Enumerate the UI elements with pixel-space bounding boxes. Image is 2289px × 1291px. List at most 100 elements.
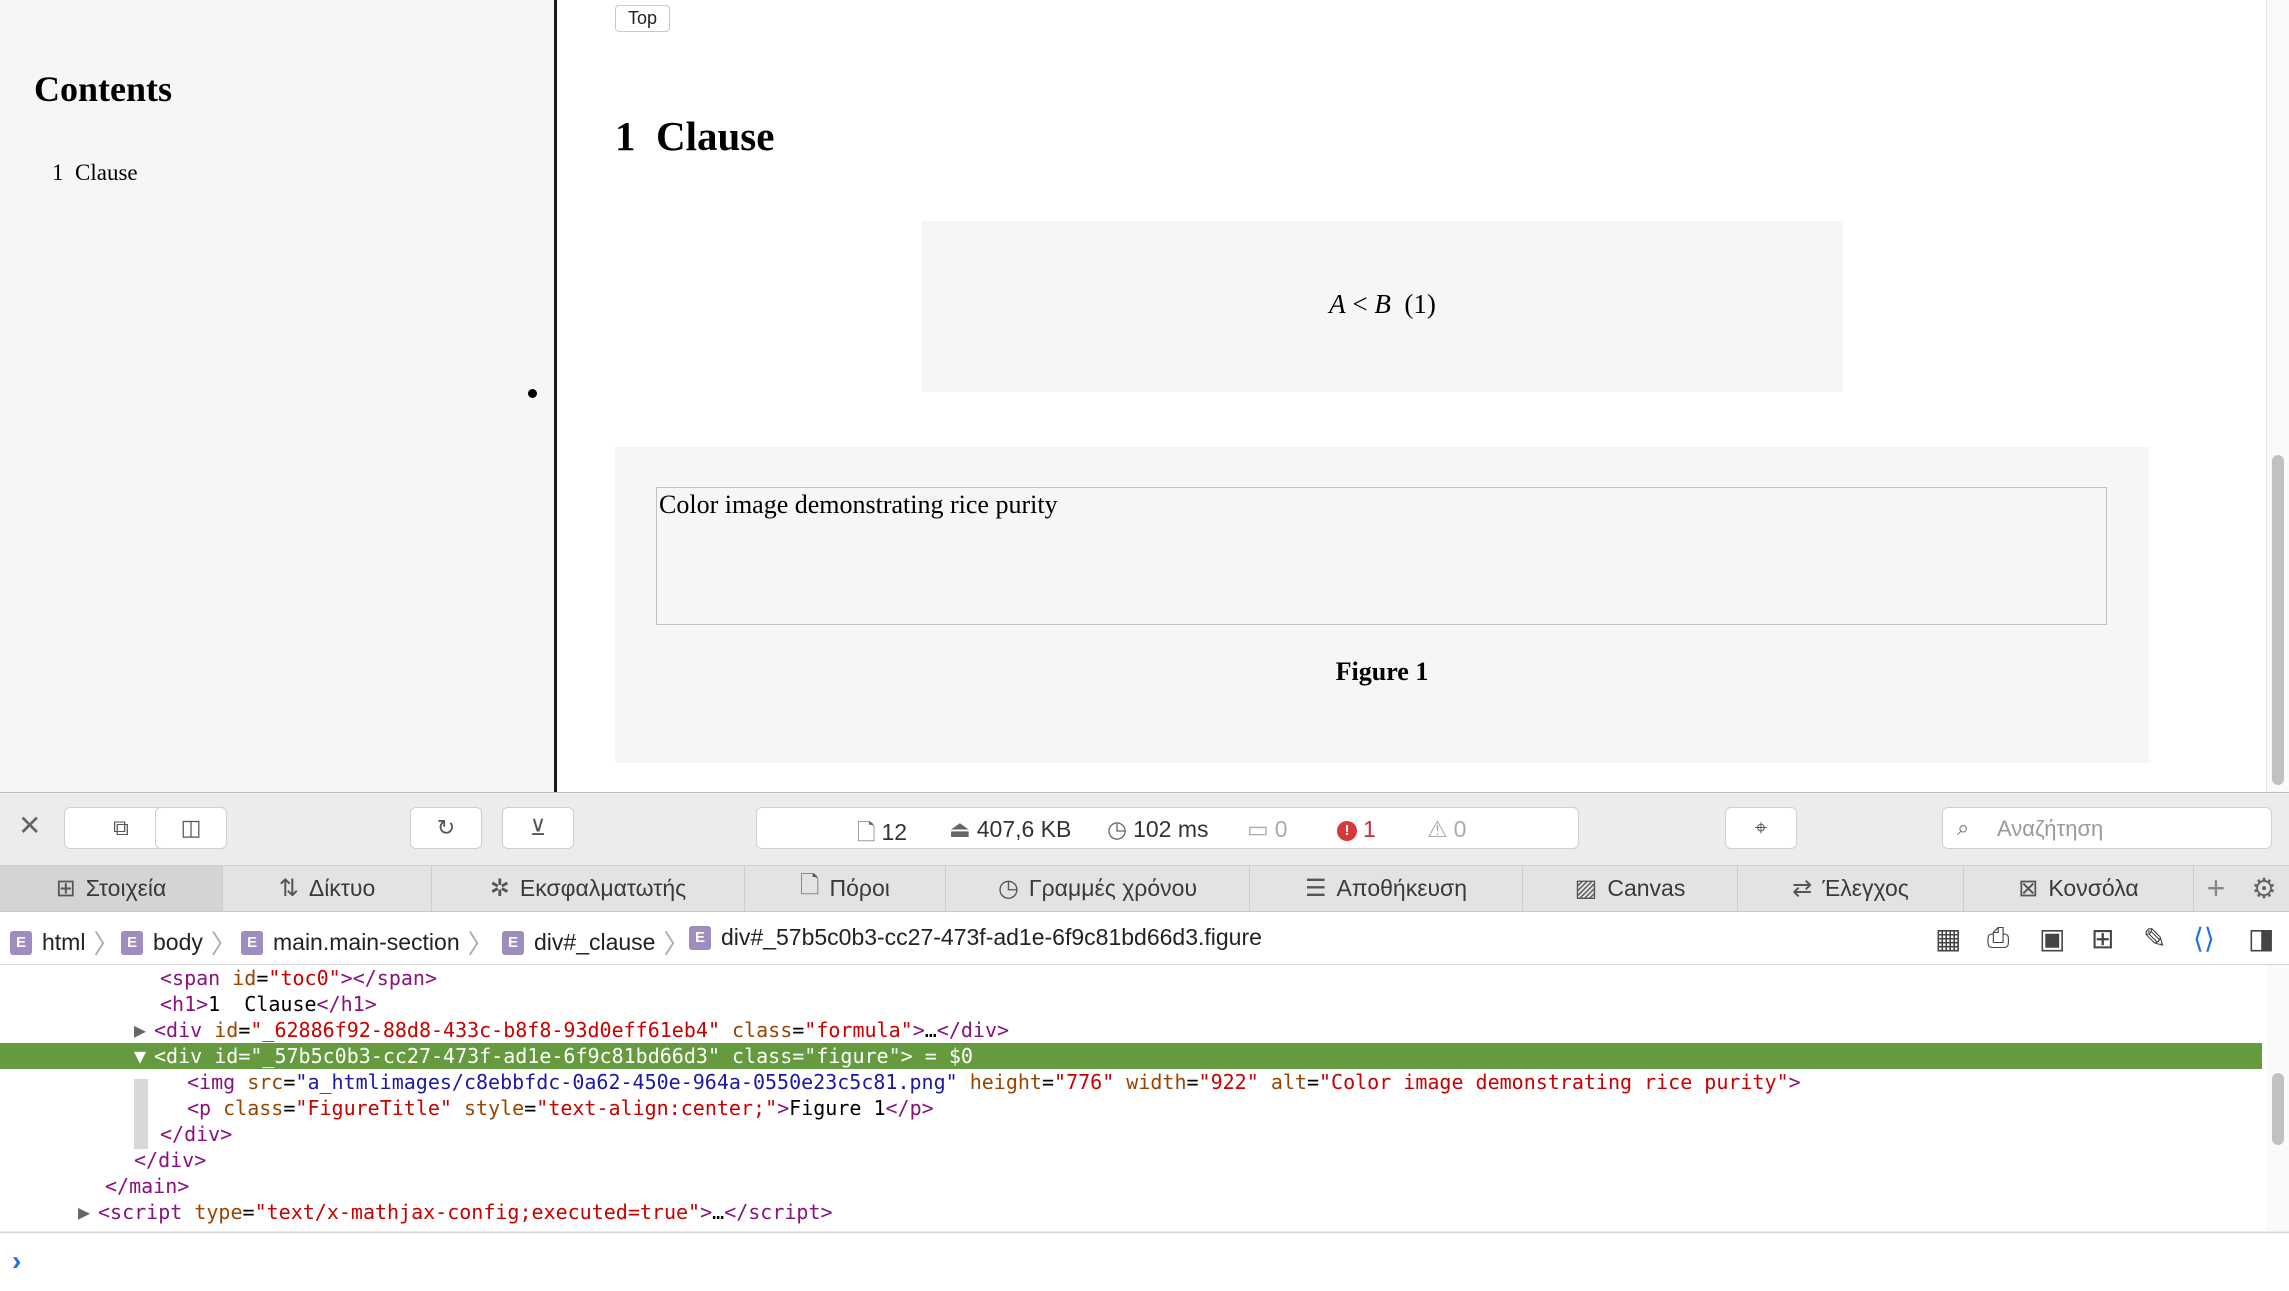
tab-debugger[interactable]: ✲ Εκσφαλματωτής xyxy=(432,866,745,911)
dom-node-img[interactable]: <img src="a_htmlimages/c8ebbfdc-0a62-450… xyxy=(0,1069,2262,1095)
tab-storage[interactable]: ☰ Αποθήκευση xyxy=(1250,866,1523,911)
dom-node-clause-close[interactable]: </div> xyxy=(0,1147,2262,1173)
dom-node-figure-div-selected[interactable]: ▼ <div id="_57b5c0b3-cc27-473f-ad1e-6f9c8… xyxy=(0,1043,2262,1069)
dom-tree: <span id="toc0"></span> <h1>1 Clause</h1… xyxy=(0,965,2289,1231)
debugger-icon: ✲ xyxy=(489,875,510,902)
reload-button[interactable]: ↻ xyxy=(410,807,482,849)
close-inspector-icon[interactable]: ✕ xyxy=(18,809,41,842)
audit-icon: ⇄ xyxy=(1792,875,1813,902)
dom-node-script[interactable]: ▶ <script type="text/x-mathjax-config;exe… xyxy=(0,1199,2262,1225)
tab-resources[interactable]: 🗋 Πόροι xyxy=(745,866,946,911)
tab-canvas[interactable]: ▨ Canvas xyxy=(1523,866,1738,911)
figure-title: Figure 1 xyxy=(1335,657,1429,686)
layers-icon[interactable]: ▣ xyxy=(2039,922,2065,955)
breadcrumb-separator-icon: 〉 xyxy=(210,929,237,959)
add-tab-icon[interactable]: + xyxy=(2196,866,2236,911)
message-icon: ▭ xyxy=(1247,816,1269,842)
figure-alt-text: Color image demonstrating rice purity xyxy=(659,490,1058,519)
paintbrush-icon[interactable]: ✎ xyxy=(2143,922,2166,955)
dom-node-formula-div[interactable]: ▶ <div id="_62886f92-88d8-433c-b8f8-93d0e… xyxy=(0,1017,2262,1043)
inspector-toolbar: ✕ ⧉ ◫ ↻ ⊻ 🗋 12 ⏏ 407,6 KB ◷ 102 ms ▭ 0 !… xyxy=(0,793,2289,866)
console-prompt-chevron-icon: › xyxy=(12,1245,22,1276)
breadcrumb-clause[interactable]: Ediv#_clause 〉 xyxy=(502,924,689,961)
storage-icon: ☰ xyxy=(1304,875,1327,902)
dom-node-h1[interactable]: <h1>1 Clause</h1> xyxy=(0,991,2262,1017)
toc-title: Contents xyxy=(34,69,173,109)
error-count[interactable]: ! 1 xyxy=(1337,816,1376,843)
crosshair-icon: ⌖ xyxy=(1754,815,1768,840)
dom-scroll-thumb[interactable] xyxy=(2272,1073,2284,1145)
source-code-icon[interactable]: ⟨⟩ xyxy=(2193,922,2215,955)
breadcrumb-html[interactable]: Ehtml 〉 xyxy=(10,924,119,961)
load-time[interactable]: ◷ 102 ms xyxy=(1107,816,1209,843)
download-button[interactable]: ⊻ xyxy=(502,807,574,849)
clause-heading: 1 Clause xyxy=(615,113,775,159)
tab-console[interactable]: ⊠ Κονσόλα xyxy=(1964,866,2194,911)
breadcrumb-body[interactable]: Ebody 〉 xyxy=(121,924,237,961)
sidebar-toggle-icon[interactable]: ◨ xyxy=(2248,922,2274,955)
print-icon[interactable]: ⎙ xyxy=(1987,922,2009,955)
dom-scrollbar[interactable] xyxy=(2267,965,2289,1231)
console-icon: ⊠ xyxy=(2018,875,2039,902)
formula-operator: < xyxy=(1352,289,1368,319)
error-icon: ! xyxy=(1337,821,1357,841)
tab-network[interactable]: ⇅ Δίκτυο xyxy=(223,866,432,911)
dom-breadcrumb: Ehtml 〉 Ebody 〉 Emain.main-section 〉 Ediv#_… xyxy=(0,912,2289,965)
breadcrumb-main[interactable]: Emain.main-section 〉 xyxy=(241,924,494,961)
resources-count[interactable]: 🗋 12 xyxy=(857,816,907,855)
element-icon: E xyxy=(502,930,524,955)
dom-node-p[interactable]: <p class="FigureTitle" style="text-align… xyxy=(0,1095,2262,1121)
tab-elements[interactable]: ⊞ Στοιχεία xyxy=(0,866,223,911)
dom-node-div-close[interactable]: </div> xyxy=(0,1121,2262,1147)
resources-icon: 🗋 xyxy=(800,872,820,899)
disclosure-triangle-right-icon[interactable]: ▶ xyxy=(134,1017,154,1043)
network-icon: ⇅ xyxy=(278,875,299,902)
element-icon: E xyxy=(689,925,711,950)
document-icon: 🗋 xyxy=(857,819,876,845)
dom-node-main-close[interactable]: </main> xyxy=(0,1173,2262,1199)
page-stats: 🗋 12 ⏏ 407,6 KB ◷ 102 ms ▭ 0 ! 1 ⚠ 0 xyxy=(756,807,1579,849)
breadcrumb-separator-icon: 〉 xyxy=(663,929,690,959)
breadcrumb-figure[interactable]: Ediv#_57b5c0b3-cc27-473f-ad1e-6f9c81bd66… xyxy=(689,924,1262,951)
canvas-icon: ▨ xyxy=(1574,875,1598,902)
console-prompt-line[interactable]: › xyxy=(0,1232,2289,1291)
clock-icon: ◷ xyxy=(1107,816,1128,842)
inspector-tabbar: ⊞ Στοιχεία ⇅ Δίκτυο ✲ Εκσφαλματωτής 🗋 Πόροι … xyxy=(0,866,2289,912)
page-viewport: Contents 1 Clause Top 1 Clause A < B (1)… xyxy=(0,0,2289,792)
toc-item-clause[interactable]: 1 Clause xyxy=(52,160,138,186)
tab-audit[interactable]: ⇄ Έλεγχος xyxy=(1738,866,1964,911)
search-box: ⌕ xyxy=(1942,807,2272,849)
tab-timelines[interactable]: ◷ Γραμμές χρόνου xyxy=(946,866,1250,911)
formula-expression: A < B (1) xyxy=(922,289,1843,320)
formula-var-a: A xyxy=(1329,289,1346,319)
warning-icon: ⚠ xyxy=(1427,816,1448,842)
warning-count[interactable]: ⚠ 0 xyxy=(1427,816,1466,843)
page-scroll-thumb[interactable] xyxy=(2272,455,2284,785)
download-icon: ⊻ xyxy=(529,815,547,840)
top-button[interactable]: Top xyxy=(615,5,671,32)
dom-node-span[interactable]: <span id="toc0"></span> xyxy=(0,965,2262,991)
search-icon: ⌕ xyxy=(1957,815,1970,840)
element-icon: E xyxy=(121,930,143,955)
disclosure-triangle-right-icon[interactable]: ▶ xyxy=(78,1199,98,1225)
formula-number: (1) xyxy=(1404,289,1436,319)
dock-side-button[interactable]: ◫ xyxy=(155,807,227,849)
breadcrumb-separator-icon: 〉 xyxy=(93,929,120,959)
grid-icon[interactable]: ⊞ xyxy=(2091,922,2114,955)
weight-icon: ⏏ xyxy=(949,816,971,842)
disclosure-triangle-down-icon[interactable]: ▼ xyxy=(134,1043,154,1069)
gear-icon[interactable]: ⚙ xyxy=(2242,866,2286,911)
message-count[interactable]: ▭ 0 xyxy=(1247,816,1288,843)
rulers-icon[interactable]: ▦ xyxy=(1935,922,1961,955)
breadcrumb-separator-icon: 〉 xyxy=(467,929,494,959)
transfer-size[interactable]: ⏏ 407,6 KB xyxy=(949,816,1071,843)
search-input[interactable] xyxy=(1995,812,2259,846)
figure-block: Color image demonstrating rice purity Fi… xyxy=(615,447,2149,763)
formula-block: A < B (1) xyxy=(922,221,1843,392)
reload-icon: ↻ xyxy=(436,815,456,840)
elements-icon: ⊞ xyxy=(55,875,76,902)
element-picker-button[interactable]: ⌖ xyxy=(1725,807,1797,849)
web-inspector: ✕ ⧉ ◫ ↻ ⊻ 🗋 12 ⏏ 407,6 KB ◷ 102 ms ▭ 0 !… xyxy=(0,792,2289,1291)
detach-window-icon: ⧉ xyxy=(113,815,129,840)
page-scrollbar[interactable] xyxy=(2266,0,2289,792)
